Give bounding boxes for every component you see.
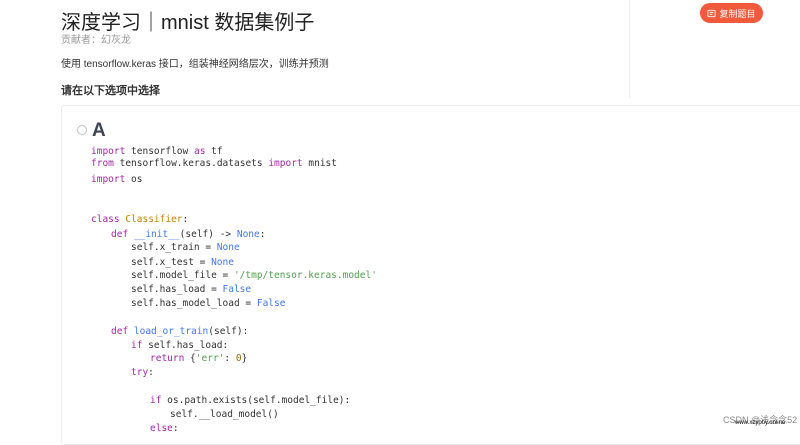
code-token: class — [91, 214, 126, 225]
code-token: import — [91, 174, 126, 185]
code-token: tf — [205, 146, 223, 157]
code-token: tensorflow.keras.datasets — [113, 158, 269, 169]
code-line: try: — [131, 367, 154, 379]
code-token: self.has_load = — [131, 284, 223, 295]
code-block: import tensorflow as tf from tensorflow.k… — [0, 0, 800, 434]
code-token: Classifier — [125, 214, 183, 225]
code-line: else: — [150, 423, 179, 435]
code-token: load_or_train — [133, 326, 209, 337]
code-token: } — [241, 353, 248, 364]
code-line: self.has_model_load = False — [131, 298, 285, 310]
code-line: if self.has_load: — [131, 340, 228, 352]
code-token: def — [111, 326, 134, 337]
code-token: mnist — [302, 158, 337, 169]
code-token: self.x_train = — [131, 242, 217, 253]
code-line: import tensorflow as tf — [91, 146, 223, 158]
code-token: : — [224, 353, 236, 364]
code-token: 'err' — [195, 353, 225, 364]
code-line: import os — [91, 174, 143, 186]
code-token: self.__load_model() — [170, 409, 279, 420]
code-token: '/tmp/tensor.keras.model' — [233, 270, 377, 281]
code-token: def — [111, 229, 134, 240]
watermark-site: www.xzyphy.online — [735, 420, 786, 426]
code-token: (self) -> — [179, 229, 237, 240]
code-line: self.x_train = None — [131, 242, 240, 254]
code-token: { — [184, 353, 196, 364]
code-token: : — [259, 229, 266, 240]
code-line: self.model_file = '/tmp/tensor.keras.mod… — [131, 270, 377, 282]
code-token: os.path.exists(self.model_file): — [161, 395, 351, 406]
code-token: : — [172, 423, 179, 434]
code-token: try — [131, 367, 149, 378]
code-token: None — [216, 242, 240, 253]
code-token: return — [150, 353, 185, 364]
code-line: self.__load_model() — [170, 409, 279, 421]
code-token: self.model_file = — [131, 270, 234, 281]
code-line: def load_or_train(self): — [111, 326, 248, 338]
code-line: if os.path.exists(self.model_file): — [150, 395, 350, 407]
code-token: (self): — [208, 326, 249, 337]
code-token: if — [131, 340, 143, 351]
code-line: self.x_test = None — [131, 257, 234, 269]
code-token: : — [182, 214, 189, 225]
code-token: None — [236, 229, 260, 240]
code-token: import — [91, 146, 126, 157]
code-token: : — [148, 367, 154, 378]
code-token: import — [268, 158, 303, 169]
code-line: self.has_load = False — [131, 284, 251, 296]
code-line: from tensorflow.keras.datasets import mn… — [91, 158, 337, 170]
code-token: as — [193, 146, 206, 157]
code-token: None — [211, 257, 234, 268]
code-token: os — [125, 174, 143, 185]
code-token: from — [91, 158, 114, 169]
code-token: else — [150, 423, 173, 434]
code-token: tensorflow — [125, 146, 194, 157]
code-line: return {'err': 0} — [150, 353, 247, 365]
code-token: __init__ — [133, 229, 180, 240]
code-token: False — [256, 298, 286, 309]
code-token: self.has_model_load = — [131, 298, 257, 309]
code-token: self.x_test = — [131, 257, 212, 268]
code-line: class Classifier: — [91, 214, 188, 226]
code-line: def __init__(self) -> None: — [111, 229, 265, 241]
code-token: False — [222, 284, 252, 295]
code-token: if — [150, 395, 162, 406]
code-token: self.has_load: — [142, 340, 229, 351]
